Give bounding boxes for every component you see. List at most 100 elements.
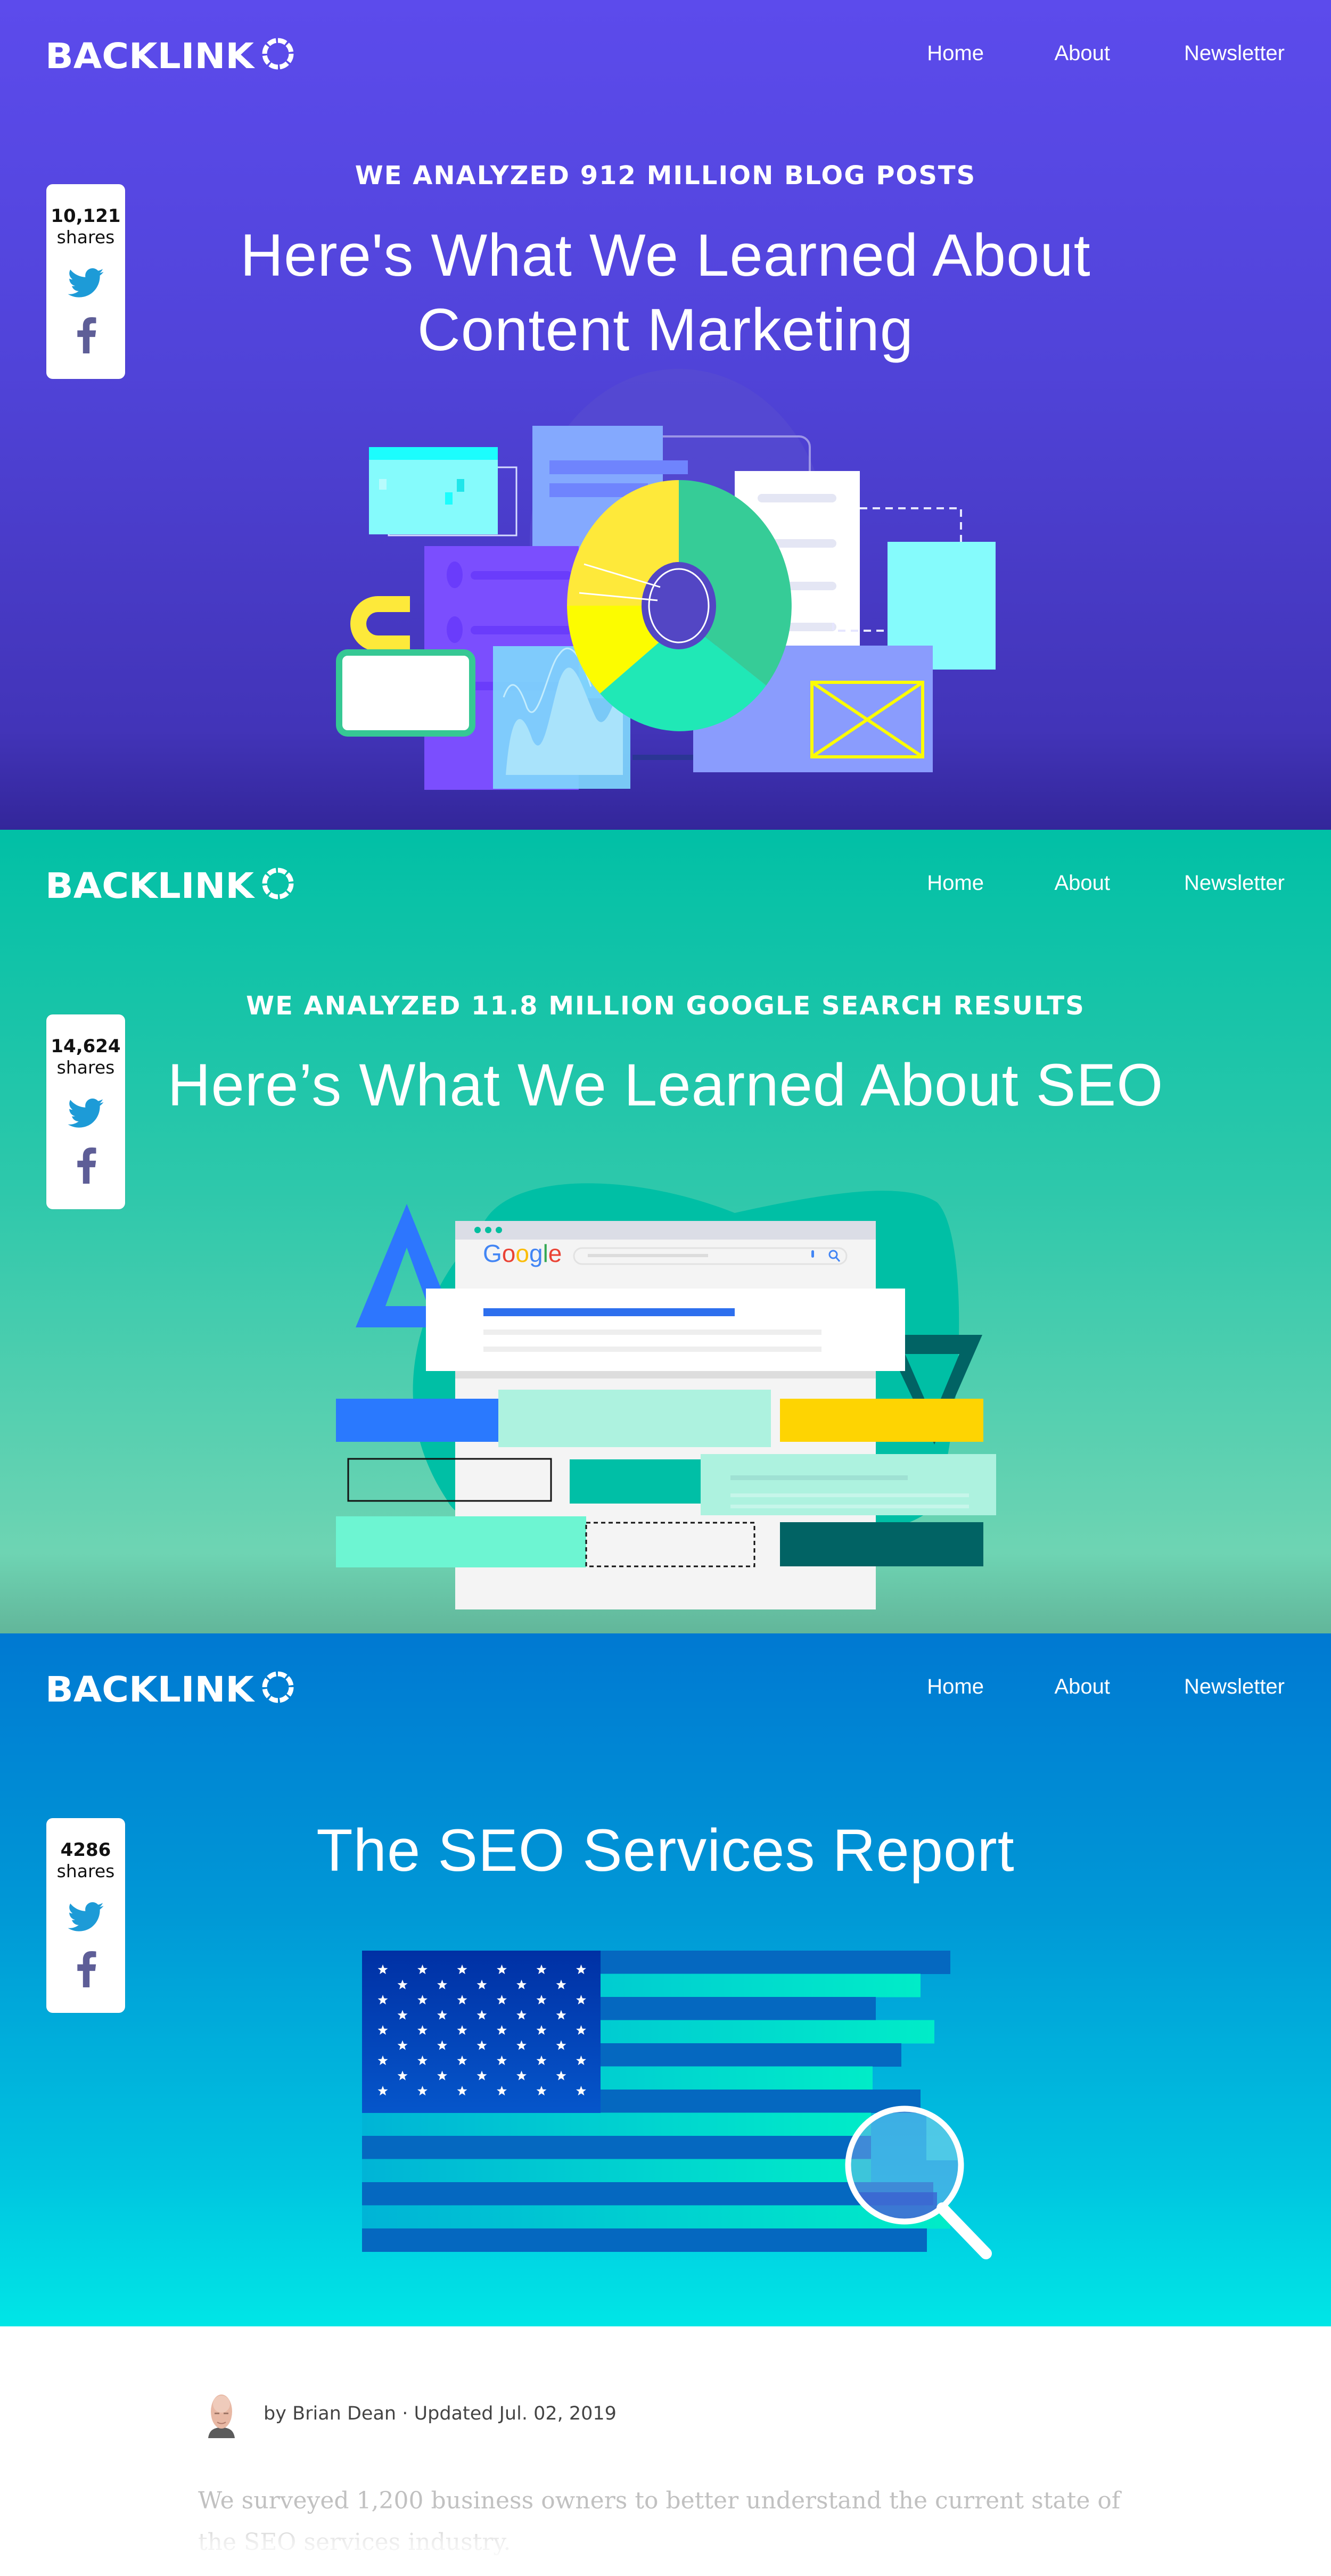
nav-newsletter[interactable]: Newsletter <box>1184 38 1285 68</box>
google-logo: Google <box>483 1240 562 1267</box>
article-intro: We surveyed 1,200 business owners to bet… <box>198 2487 1121 2556</box>
twitter-icon[interactable] <box>68 1902 104 1932</box>
star-icon <box>536 1964 547 1975</box>
frame-outline <box>616 435 811 688</box>
facebook-icon[interactable] <box>76 1147 97 1184</box>
nav-home[interactable]: Home <box>927 868 984 898</box>
hero-seo: Home About Newsletter WE ANALYZED 11.8 M… <box>0 830 1331 1633</box>
byline-text: by Brian Dean · Updated Jul. 02, 2019 <box>264 2400 617 2427</box>
search-bar <box>573 1247 848 1265</box>
donut-chart <box>567 480 792 731</box>
facebook-icon[interactable] <box>76 317 97 353</box>
post-title[interactable]: Here’s What We Learned About SEO <box>0 1048 1331 1122</box>
article-byline: by Brian Dean · Updated Jul. 02, 2019 <box>205 2390 1004 2439</box>
star-icon <box>397 2010 408 2020</box>
star-icon <box>476 2040 487 2050</box>
star-icon <box>556 1979 566 1989</box>
star-icon <box>417 2086 428 2096</box>
twitter-icon[interactable] <box>68 1099 104 1128</box>
star-icon <box>556 2070 566 2080</box>
flag-stripe <box>362 2066 873 2090</box>
share-box: 4286 shares <box>46 1818 125 2013</box>
search-result-card <box>426 1289 905 1371</box>
star-icon <box>417 2025 428 2035</box>
white-card <box>336 649 475 737</box>
yellow-link <box>350 596 410 651</box>
flag-stripe <box>362 1997 876 2020</box>
star-icon <box>377 1995 388 2005</box>
star-icon <box>497 1995 507 2005</box>
star-icon <box>397 2040 408 2050</box>
byline-prefix: by <box>264 2403 286 2424</box>
image-placeholder-card <box>693 646 933 772</box>
star-icon <box>457 2055 467 2066</box>
star-icon <box>457 1964 467 1975</box>
star-icon <box>497 2055 507 2066</box>
post-title[interactable]: The SEO Services Report <box>0 1813 1331 1888</box>
flag-stripe <box>362 2090 921 2113</box>
flag-stripe <box>362 2205 950 2229</box>
cyan-window <box>369 447 498 534</box>
flag-stripe <box>362 1974 921 1997</box>
author-link[interactable]: Brian Dean <box>292 2403 396 2424</box>
star-icon <box>457 2025 467 2035</box>
share-box: 10,121 shares <box>46 184 125 379</box>
star-icon <box>457 2086 467 2096</box>
star-icon <box>476 1979 487 1989</box>
purple-list-card <box>424 546 579 790</box>
hero-content-marketing: Home About Newsletter WE ANALYZED 912 MI… <box>0 0 1331 830</box>
bg-circle <box>530 369 828 715</box>
post-title-line2: Content Marketing <box>417 296 914 363</box>
star-icon <box>377 2025 388 2035</box>
nav-about[interactable]: About <box>1054 868 1110 898</box>
share-count: 4286 <box>60 1839 111 1861</box>
star-icon <box>576 2086 586 2096</box>
star-icon <box>576 2025 586 2035</box>
star-icon <box>556 2010 566 2020</box>
star-icon <box>437 1979 447 1989</box>
flag-stripe <box>362 2112 871 2136</box>
post-title-line1: The SEO Services Report <box>316 1817 1015 1884</box>
donut-slice-yellow-bright <box>567 606 660 693</box>
star-icon <box>476 2010 487 2020</box>
nav-newsletter[interactable]: Newsletter <box>1184 1672 1285 1702</box>
share-label: shares <box>56 1057 115 1078</box>
backlinko-logo[interactable] <box>45 867 295 900</box>
nav-about[interactable]: About <box>1054 38 1110 68</box>
star-icon <box>497 2025 507 2035</box>
browser-window <box>455 1221 876 1609</box>
backlinko-logo[interactable] <box>45 37 295 70</box>
flag-stripe <box>362 1951 950 1974</box>
star-icon <box>516 2070 527 2080</box>
star-icon <box>437 2010 447 2020</box>
nav-about[interactable]: About <box>1054 1672 1110 1702</box>
flag-stripe <box>362 2136 871 2159</box>
post-title-line1: Here’s What We Learned About SEO <box>167 1052 1164 1118</box>
flag-stripe <box>362 2159 871 2183</box>
backlinko-logo[interactable] <box>45 1671 295 1704</box>
us-flag-illustration <box>362 1951 992 2259</box>
facebook-icon[interactable] <box>76 1951 97 1987</box>
star-icon <box>516 2010 527 2020</box>
nav-home[interactable]: Home <box>927 38 984 68</box>
magnifier-icon <box>845 2106 992 2259</box>
twitter-icon[interactable] <box>68 268 104 298</box>
star-icon <box>576 2055 586 2066</box>
content-marketing-illustration <box>336 369 996 790</box>
share-label: shares <box>56 227 115 247</box>
nav-newsletter[interactable]: Newsletter <box>1184 868 1285 898</box>
star-icon <box>437 2070 447 2080</box>
flag-stars <box>377 1964 586 2096</box>
star-icon <box>377 2055 388 2066</box>
star-icon <box>397 2070 408 2080</box>
seo-illustration: Google <box>336 1183 996 1609</box>
nav-home[interactable]: Home <box>927 1672 984 1702</box>
flag-stripe <box>362 2020 934 2044</box>
star-icon <box>497 1964 507 1975</box>
flag-stripe <box>362 2043 901 2067</box>
teal-blob <box>413 1183 959 1550</box>
author-avatar[interactable] <box>205 2392 238 2438</box>
post-title[interactable]: Here's What We Learned About Content Mar… <box>0 218 1331 367</box>
star-icon <box>417 1964 428 1975</box>
hero-seo-services: Home About Newsletter The SEO Services R… <box>0 1633 1331 2326</box>
